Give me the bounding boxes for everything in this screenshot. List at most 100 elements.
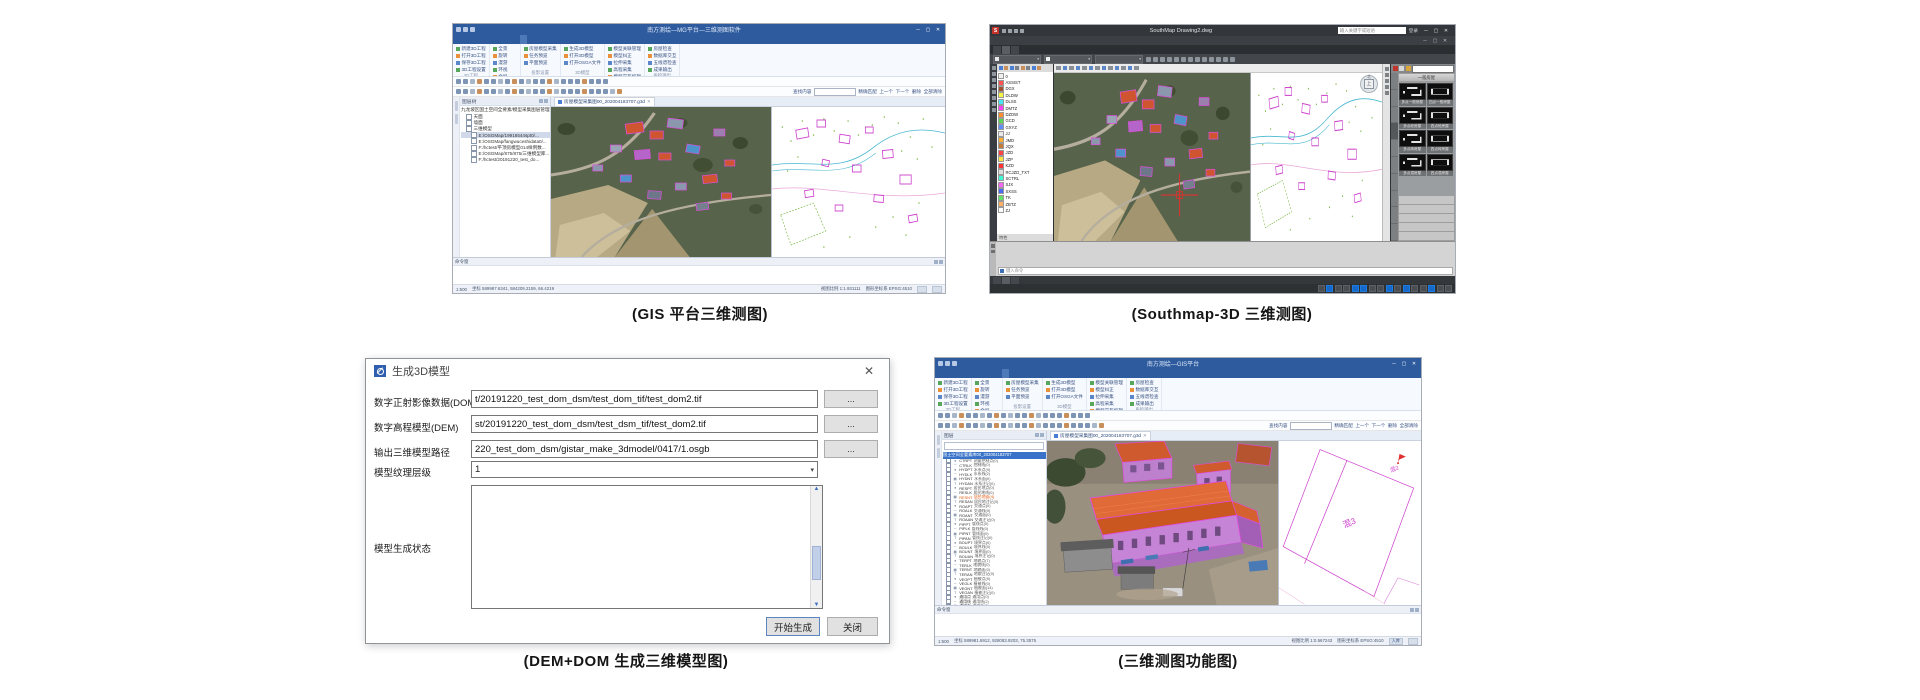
toolbar-icon[interactable] <box>1085 423 1090 428</box>
toolbar-icon[interactable] <box>1029 423 1034 428</box>
toolbar-icon[interactable] <box>526 79 531 84</box>
tool-icon[interactable] <box>992 84 996 88</box>
layer-color-swatch[interactable] <box>998 124 1004 130</box>
dem-browse-button[interactable]: ... <box>824 415 878 433</box>
status-toggle-icon[interactable] <box>1394 285 1401 292</box>
scroll-up-icon[interactable]: ▲ <box>814 486 820 492</box>
ribbon-tab[interactable] <box>527 35 534 44</box>
palette-category-tab[interactable] <box>1391 157 1398 174</box>
ribbon-button[interactable]: 高程采集 <box>1090 400 1123 407</box>
status-toggle-icon[interactable] <box>1445 285 1452 292</box>
command-log[interactable] <box>453 266 945 284</box>
status-toggle-icon[interactable] <box>1377 285 1384 292</box>
toolbar-icon[interactable] <box>596 79 601 84</box>
house-symbol-item[interactable]: 四点砖房屋 <box>1427 130 1454 153</box>
output-browse-button[interactable]: ... <box>824 440 878 458</box>
status-toggle-icon[interactable] <box>1360 285 1367 292</box>
close-icon[interactable]: ✕ <box>933 25 943 34</box>
command-input[interactable]: 键入命令 <box>998 267 1453 276</box>
tool-icon[interactable] <box>992 96 996 100</box>
view-cube[interactable]: 北 上 <box>1360 75 1378 93</box>
ribbon-button[interactable]: 生成3D模型 <box>564 45 601 52</box>
find-next-button[interactable]: 下一个 <box>896 89 910 95</box>
layout-tab[interactable] <box>1011 277 1019 284</box>
ribbon-tab[interactable] <box>471 35 478 44</box>
layer-tool-icon[interactable] <box>1021 66 1025 70</box>
ribbon-tab[interactable] <box>520 35 527 44</box>
toolbar-icon[interactable] <box>491 79 496 84</box>
house-symbol-thumbnail[interactable] <box>1399 154 1426 171</box>
toolbar-icon[interactable] <box>589 89 594 94</box>
ribbon-tab[interactable] <box>967 369 974 378</box>
house-symbol-item[interactable]: 多点一般房屋 <box>1399 83 1426 106</box>
toolbar-icon[interactable] <box>1195 57 1200 62</box>
find-delete-button[interactable]: 删除 <box>1388 423 1397 429</box>
toolbar-icon[interactable] <box>1174 57 1179 62</box>
ribbon-button[interactable]: 模型纠正 <box>608 52 641 59</box>
toolbar-icon[interactable] <box>603 79 608 84</box>
aerial-photo-view[interactable] <box>1054 73 1250 241</box>
toolbar-icon[interactable] <box>1153 57 1158 62</box>
ribbon-button[interactable]: 打开OSGA文件 <box>564 59 601 66</box>
view-tool-icon[interactable] <box>1121 66 1126 71</box>
palette-category-tab[interactable] <box>1391 191 1398 208</box>
checkbox-icon[interactable] <box>466 120 472 126</box>
help-search-input[interactable]: 输入关键字或短语 <box>1338 27 1406 34</box>
toolbar-icon[interactable] <box>1036 413 1041 418</box>
ribbon-button[interactable]: 房屋模型采集 <box>524 45 557 52</box>
ribbon-tab[interactable] <box>995 369 1002 378</box>
ribbon-tab[interactable] <box>953 369 960 378</box>
nav-icon[interactable] <box>1385 85 1389 89</box>
status-toggle-icon[interactable] <box>1403 285 1410 292</box>
toolbar-icon[interactable] <box>1043 423 1048 428</box>
house-symbol-thumbnail[interactable] <box>1427 154 1454 171</box>
checkbox-icon[interactable] <box>466 114 472 120</box>
layer-color-swatch[interactable] <box>998 73 1004 79</box>
view-tool-icon[interactable] <box>1069 66 1074 71</box>
tree-item[interactable]: F:/hctest/20191220_test_do... <box>461 157 550 163</box>
layer-tool-icon[interactable] <box>1026 66 1030 70</box>
close-button[interactable]: 关闭 <box>827 617 878 636</box>
find-match-option[interactable]: 精确匹配 <box>1334 423 1352 429</box>
toolbar-icon[interactable] <box>952 413 957 418</box>
pin-icon[interactable] <box>539 99 543 103</box>
dom-path-input[interactable] <box>471 390 818 408</box>
toolbar-icon[interactable] <box>945 423 950 428</box>
toolbar-icon[interactable] <box>1078 413 1083 418</box>
toolbar-icon[interactable] <box>470 79 475 84</box>
cad-map-view[interactable] <box>771 107 945 257</box>
find-delete-button[interactable]: 删除 <box>912 89 921 95</box>
toolbar-icon[interactable] <box>1230 57 1235 62</box>
toolbar-icon[interactable] <box>1015 413 1020 418</box>
view-tool-icon[interactable] <box>1095 66 1100 71</box>
toolbar-icon[interactable] <box>987 413 992 418</box>
checkbox-icon[interactable] <box>471 138 477 144</box>
tool-icon[interactable] <box>992 102 996 106</box>
toolbar-icon[interactable] <box>575 79 580 84</box>
find-input[interactable] <box>814 88 856 96</box>
toolbar-icon[interactable] <box>526 89 531 94</box>
checkbox-icon[interactable] <box>471 151 477 157</box>
toolbar-icon[interactable] <box>547 89 552 94</box>
toolbar-icon[interactable] <box>540 79 545 84</box>
undo-icon[interactable] <box>463 27 468 32</box>
toolbar-icon[interactable] <box>512 89 517 94</box>
ribbon-button[interactable]: 全景 <box>975 379 999 386</box>
toolbar-icon[interactable] <box>484 79 489 84</box>
find-clear-button[interactable]: 全部清除 <box>924 89 942 95</box>
layer-color-swatch[interactable] <box>998 80 1004 86</box>
layer-color-swatch[interactable] <box>998 188 1004 194</box>
toolbar-icon[interactable] <box>1092 423 1097 428</box>
house-symbol-item[interactable]: 四点一般房屋 <box>1427 83 1454 106</box>
toolbar-icon[interactable] <box>561 89 566 94</box>
find-match-option[interactable]: 精确匹配 <box>858 89 876 95</box>
toolbar-icon[interactable] <box>966 413 971 418</box>
toolbar-icon[interactable] <box>1223 57 1228 62</box>
pin-icon[interactable] <box>1035 433 1039 437</box>
toolbar-icon[interactable] <box>477 79 482 84</box>
toolbar-icon[interactable] <box>980 423 985 428</box>
ribbon-button[interactable]: 打开3D工程 <box>456 52 486 59</box>
house-symbol-thumbnail[interactable] <box>1427 83 1454 100</box>
add-icon[interactable] <box>1399 66 1404 71</box>
toolbar-icon[interactable] <box>1160 57 1165 62</box>
